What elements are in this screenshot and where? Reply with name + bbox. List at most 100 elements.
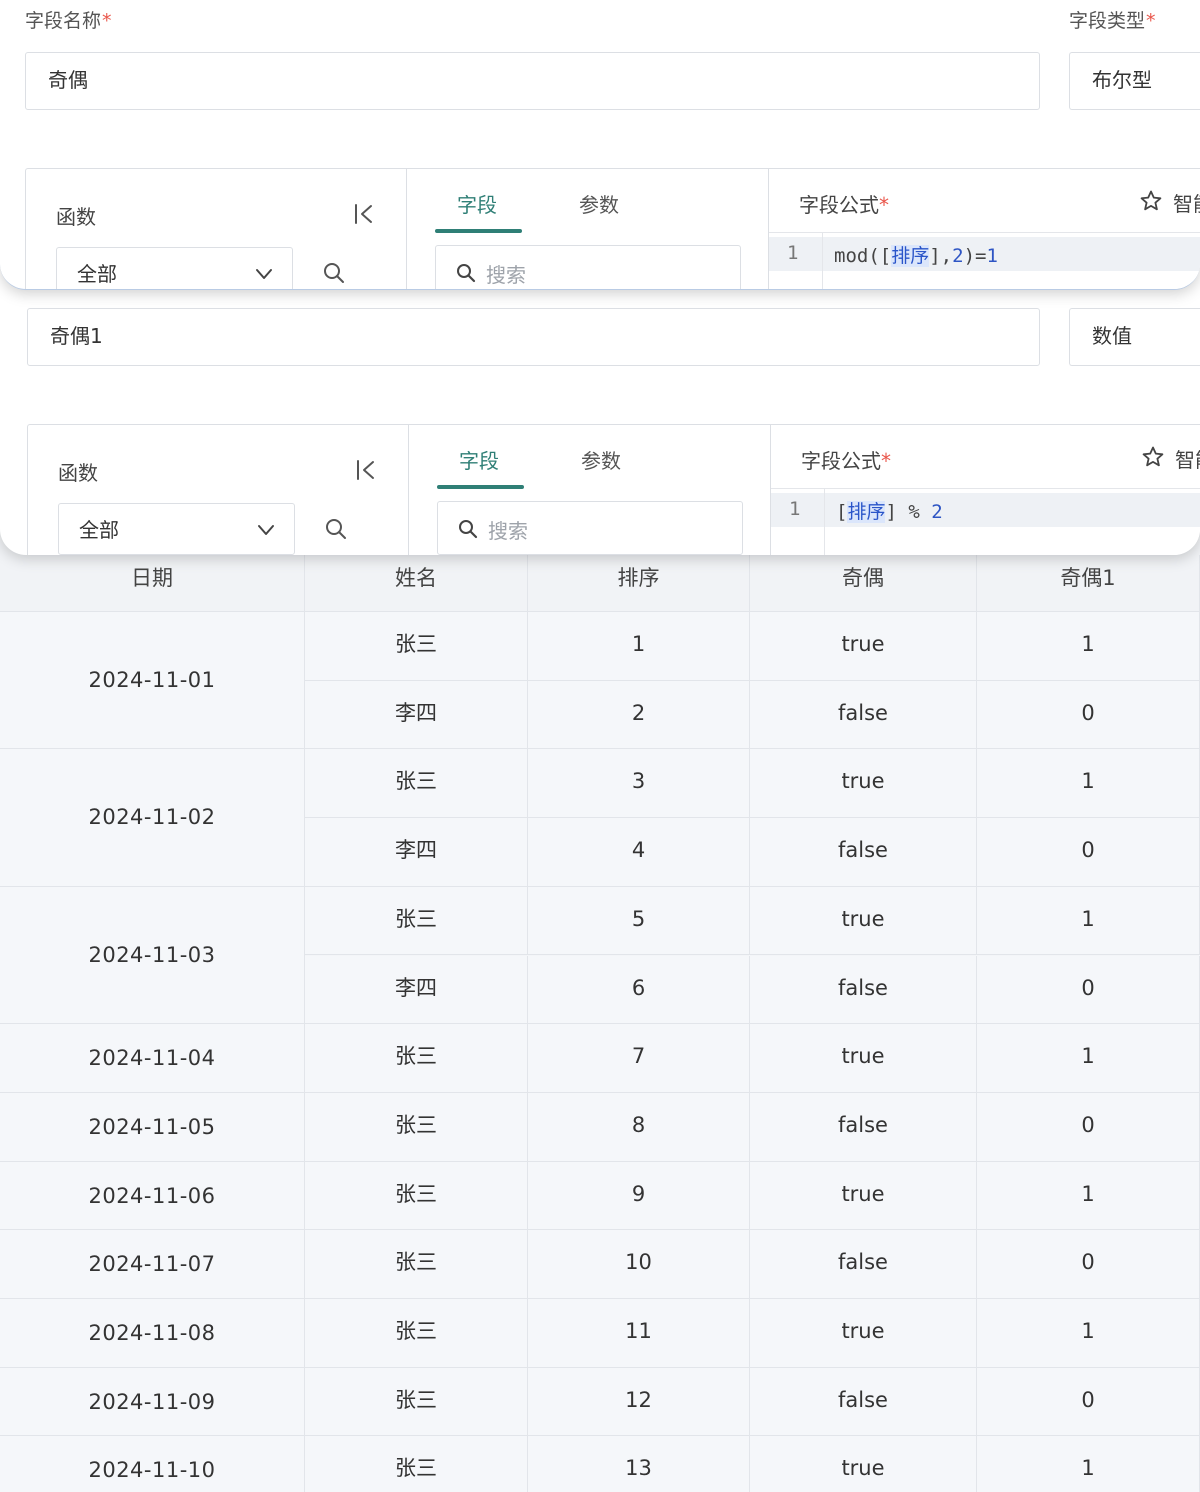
star-icon[interactable] [1139,189,1163,213]
field-name-input[interactable]: 奇偶1 [27,308,1040,366]
tab-params[interactable]: 参数 [579,189,619,218]
formula-column: 字段公式* 智能 1 mod([排序],2)=1 [769,169,1200,289]
order-cell: 4 [528,818,750,887]
field-token: 排序 [847,501,886,523]
field-type-select[interactable]: 数值 [1069,308,1200,366]
field-name-input[interactable]: 奇偶 [25,52,1040,110]
field-token: 排序 [891,245,930,267]
collapse-left-icon[interactable] [355,459,377,481]
search-icon [459,520,478,539]
fields-column: 字段 参数 搜索 [407,169,769,289]
parity-cell: false [750,1230,977,1299]
parity1-cell: 1 [977,1024,1200,1093]
formula-editor: 函数 全部 字段 参数 搜索 字段公式* 智 1 [排序] % 2 [27,424,1200,555]
required-mark: * [879,193,889,217]
function-category-value: 全部 [77,262,117,286]
star-icon[interactable] [1141,445,1165,469]
date-cell: 2024-11-09 [0,1367,305,1437]
formula-header: 字段公式* 智能 [771,425,1200,489]
order-cell: 7 [528,1024,750,1093]
tab-fields[interactable]: 字段 [457,189,497,218]
smart-formula-button[interactable]: 智能 [1175,444,1200,473]
active-tab-indicator [435,229,522,233]
line-number: 1 [787,242,799,264]
parity-cell: true [750,1436,977,1492]
parity-cell: true [750,886,977,956]
required-mark: * [881,449,891,473]
line-number: 1 [789,498,801,520]
field-name-label: 字段名称* [25,10,112,32]
search-placeholder: 搜索 [488,519,528,543]
field-search-input[interactable]: 搜索 [435,245,741,289]
date-cell: 2024-11-08 [0,1299,305,1368]
order-cell: 5 [528,886,750,956]
parity1-cell: 1 [977,1299,1200,1368]
parity1-cell: 1 [977,749,1200,819]
smart-formula-button[interactable]: 智能 [1173,188,1200,217]
chevron-down-icon [258,525,274,535]
parity1-cell: 0 [977,1367,1200,1437]
date-cell: 2024-11-07 [0,1230,305,1299]
search-icon [457,264,476,283]
result-table: 日期 姓名 排序 奇偶 奇偶1 2024-11-01 张三 1 true 1 李四 2 false 0 2… [0,555,1200,1492]
name-cell: 李四 [305,818,528,887]
chevron-down-icon [256,269,272,279]
order-cell: 1 [528,612,750,681]
name-cell: 张三 [305,1092,528,1162]
header-parity1[interactable]: 奇偶1 [977,555,1200,612]
date-cell: 2024-11-01 [0,612,305,750]
function-category-select[interactable]: 全部 [58,503,295,555]
parity1-cell: 0 [977,1230,1200,1299]
header-date[interactable]: 日期 [0,555,305,612]
functions-column: 函数 全部 [26,169,407,289]
name-cell: 张三 [305,1161,528,1231]
parity-cell: true [750,749,977,819]
tab-params[interactable]: 参数 [581,445,621,474]
name-cell: 张三 [305,886,528,956]
collapse-left-icon[interactable] [353,203,375,225]
order-cell: 8 [528,1092,750,1162]
function-category-select[interactable]: 全部 [56,247,293,289]
tab-fields[interactable]: 字段 [459,445,499,474]
parity-cell: false [750,680,977,750]
order-cell: 13 [528,1436,750,1492]
required-mark: * [102,10,112,32]
order-cell: 10 [528,1230,750,1299]
name-cell: 张三 [305,1024,528,1093]
header-order[interactable]: 排序 [528,555,750,612]
parity1-cell: 1 [977,886,1200,956]
name-cell: 张三 [305,1230,528,1299]
order-cell: 11 [528,1299,750,1368]
formula-code[interactable]: mod([排序],2)=1 [834,241,998,268]
parity1-cell: 0 [977,1092,1200,1162]
date-cell: 2024-11-02 [0,749,305,887]
formula-label: 字段公式* [799,193,889,217]
field-type-select[interactable]: 布尔型 [1069,52,1200,110]
formula-label: 字段公式* [801,449,891,473]
active-tab-indicator [437,485,524,489]
functions-column: 函数 全部 [28,425,409,555]
name-cell: 张三 [305,1367,528,1437]
functions-title: 函数 [58,461,98,485]
header-parity[interactable]: 奇偶 [750,555,977,612]
formula-column: 字段公式* 智能 1 [排序] % 2 [771,425,1200,555]
search-icon[interactable] [323,262,345,284]
search-icon[interactable] [325,518,347,540]
name-cell: 李四 [305,955,528,1025]
field-search-input[interactable]: 搜索 [437,501,743,555]
date-cell: 2024-11-03 [0,886,305,1025]
parity-cell: true [750,1299,977,1368]
formula-code[interactable]: [排序] % 2 [836,497,943,524]
header-name[interactable]: 姓名 [305,555,528,612]
parity1-cell: 0 [977,818,1200,887]
name-cell: 张三 [305,612,528,681]
date-cell: 2024-11-10 [0,1436,305,1492]
name-cell: 张三 [305,1436,528,1492]
function-category-value: 全部 [79,518,119,542]
parity1-cell: 1 [977,612,1200,681]
field-type-label: 字段类型* [1069,10,1156,32]
parity-cell: true [750,1024,977,1093]
formula-dialog-1: 字段名称* 字段类型* 奇偶 布尔型 函数 全部 字段 参数 搜索 字段公式* [0,0,1200,290]
parity1-cell: 0 [977,680,1200,750]
fields-column: 字段 参数 搜索 [409,425,771,555]
